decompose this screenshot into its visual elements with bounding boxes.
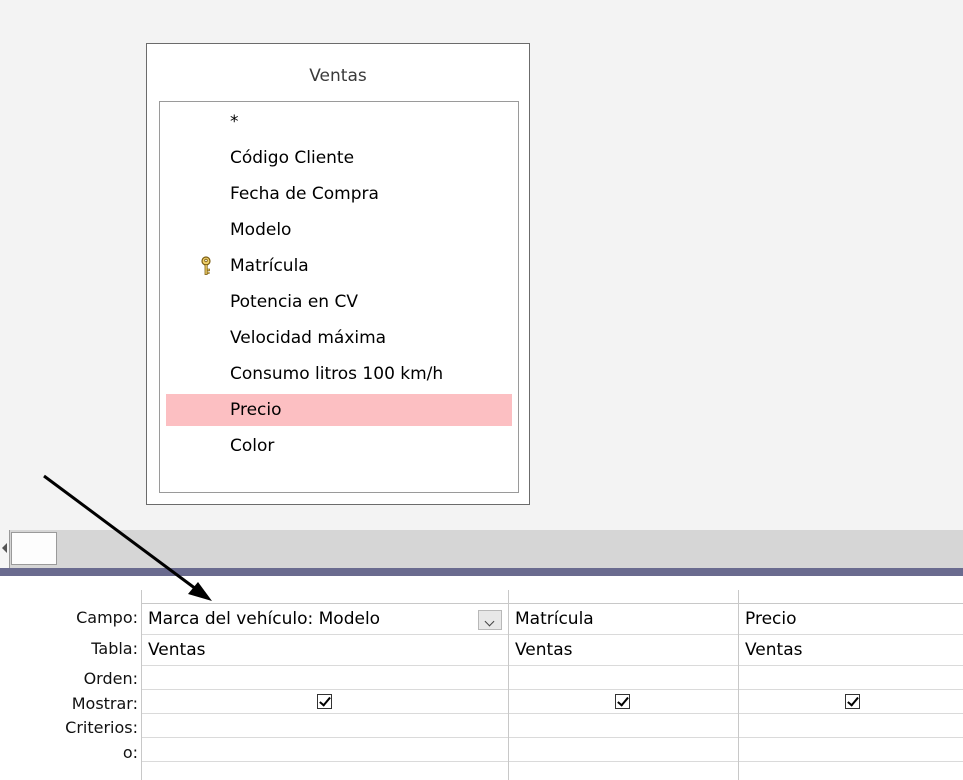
column-selector[interactable] <box>739 590 963 604</box>
tabla-value: Ventas <box>148 640 206 660</box>
campo-value: Precio <box>745 609 797 629</box>
row-label-tabla: Tabla: <box>91 639 138 658</box>
show-checkbox[interactable] <box>845 694 860 709</box>
o-cell[interactable] <box>739 738 963 762</box>
tabla-cell[interactable]: Ventas <box>142 635 508 666</box>
field-item-codigo-cliente[interactable]: Código Cliente <box>166 142 512 174</box>
field-item-fecha-de-compra[interactable]: Fecha de Compra <box>166 178 512 210</box>
key-icon <box>201 256 211 275</box>
mostrar-cell[interactable] <box>142 690 508 714</box>
field-label: Consumo litros 100 km/h <box>230 364 444 384</box>
column-selector[interactable] <box>142 590 508 604</box>
campo-cell[interactable]: Matrícula <box>509 604 738 635</box>
pane-splitter[interactable] <box>0 568 963 576</box>
grid-column-1: Marca del vehículo: Modelo Ventas <box>141 590 508 780</box>
campo-cell[interactable]: Precio <box>739 604 963 635</box>
horizontal-scrollbar[interactable] <box>0 530 963 568</box>
field-item-consumo-litros[interactable]: Consumo litros 100 km/h <box>166 358 512 390</box>
table-title[interactable]: Ventas <box>147 66 529 86</box>
o-cell[interactable] <box>509 738 738 762</box>
field-item-matricula[interactable]: Matrícula <box>166 250 512 282</box>
scrollbar-thumb[interactable] <box>11 532 57 565</box>
grid-column-2: Matrícula Ventas <box>508 590 738 780</box>
query-design-grid: Campo: Tabla: Orden: Mostrar: Criterios:… <box>0 576 963 780</box>
orden-cell[interactable] <box>142 666 508 690</box>
show-checkbox[interactable] <box>317 694 332 709</box>
o-cell[interactable] <box>142 738 508 762</box>
field-label: Modelo <box>230 220 292 240</box>
campo-value: Marca del vehículo: Modelo <box>148 609 381 629</box>
row-label-o: o: <box>122 743 138 762</box>
chevron-down-icon[interactable] <box>478 610 502 630</box>
field-item-asterisk[interactable]: * <box>166 106 512 138</box>
tabla-cell[interactable]: Ventas <box>509 635 738 666</box>
row-label-mostrar: Mostrar: <box>71 694 138 713</box>
mostrar-cell[interactable] <box>739 690 963 714</box>
criterios-cell[interactable] <box>509 714 738 738</box>
field-label: Potencia en CV <box>230 292 358 312</box>
row-label-campo: Campo: <box>76 608 138 627</box>
row-label-orden: Orden: <box>83 669 138 688</box>
field-label: * <box>230 112 239 132</box>
field-label: Matrícula <box>230 256 309 276</box>
field-label: Color <box>230 436 275 456</box>
campo-value: Matrícula <box>515 609 594 629</box>
table-field-list-ventas[interactable]: Ventas * Código Cliente Fecha de Compra … <box>146 43 530 505</box>
mostrar-cell[interactable] <box>509 690 738 714</box>
tabla-value: Ventas <box>515 640 573 660</box>
grid-column-3: Precio Ventas <box>738 590 963 780</box>
tabla-value: Ventas <box>745 640 803 660</box>
scroll-left-arrow-icon[interactable] <box>0 530 10 568</box>
query-design-pane: Ventas * Código Cliente Fecha de Compra … <box>0 0 963 530</box>
criterios-cell[interactable] <box>142 714 508 738</box>
row-label-criterios: Criterios: <box>65 718 138 737</box>
field-item-potencia-en-cv[interactable]: Potencia en CV <box>166 286 512 318</box>
field-item-velocidad-maxima[interactable]: Velocidad máxima <box>166 322 512 354</box>
column-selector[interactable] <box>509 590 738 604</box>
show-checkbox[interactable] <box>615 694 630 709</box>
field-label: Precio <box>230 400 282 420</box>
tabla-cell[interactable]: Ventas <box>739 635 963 666</box>
campo-cell[interactable]: Marca del vehículo: Modelo <box>142 604 508 635</box>
field-item-precio[interactable]: Precio <box>166 394 512 426</box>
field-label: Fecha de Compra <box>230 184 379 204</box>
field-item-modelo[interactable]: Modelo <box>166 214 512 246</box>
field-item-color[interactable]: Color <box>166 430 512 462</box>
field-list[interactable]: * Código Cliente Fecha de Compra Modelo … <box>159 101 519 493</box>
field-label: Código Cliente <box>230 148 355 168</box>
orden-cell[interactable] <box>739 666 963 690</box>
criterios-cell[interactable] <box>739 714 963 738</box>
orden-cell[interactable] <box>509 666 738 690</box>
field-label: Velocidad máxima <box>230 328 387 348</box>
